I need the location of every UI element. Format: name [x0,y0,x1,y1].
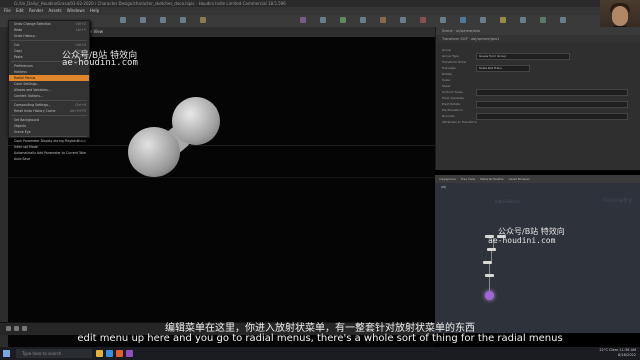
edit-menu-item[interactable]: Reset Undo History Cache Alt+H+F5 [9,108,89,114]
menu-assets[interactable]: Assets [49,8,62,13]
windows-start-icon[interactable] [3,350,10,357]
edit-menu-item-label: Interrupt Mode [14,145,38,149]
parameter-label: Attributes to Transform [442,120,477,124]
shelf-tool-icon[interactable] [440,17,446,23]
watermark-bottom-line2: ae-houdini.com [488,236,556,245]
menu-windows[interactable]: Windows [67,8,85,13]
network-tab-obj[interactable]: /obj/sphere [439,177,456,181]
menu-separator [11,100,87,101]
menu-separator [11,136,87,137]
group-type-field[interactable]: Guess from Group [476,53,570,60]
edit-menu-item-label: Preferences [14,64,33,68]
edit-menu-item-label: Set Background [14,118,40,122]
parameter-panel-header: Transform SOP · obj/sphere/geo1 [436,35,640,43]
edit-menu-item-label: Aliases and Variables... [14,88,51,92]
edit-menu-item[interactable]: Undo History... [9,33,89,39]
network-tab-tree-view[interactable]: Tree View [461,177,475,181]
shelf-tool-icon[interactable] [560,17,566,23]
edit-menu-item-label: Compositing Settings... [14,103,52,107]
edit-menu-item-label: Radial Menus [14,76,36,80]
network-tab-bar: /obj/sphere Tree View Material Palette A… [435,175,640,183]
shelf-tool-icon[interactable] [360,17,366,23]
network-context-label: Geometry [602,197,632,204]
menu-render[interactable]: Render [29,8,43,13]
edit-menu-item-label: Undo Change Selection [14,22,52,26]
scale-field[interactable] [476,113,628,120]
transform-order-field[interactable]: Scale Rot Trans [476,65,530,72]
edit-menu-item-label: Paste [14,55,23,59]
network-tab-material-palette[interactable]: Material Palette [480,177,504,181]
parameter-panel-tab[interactable]: Scene · ui/sphere/size [436,27,640,35]
app-icon[interactable] [126,350,133,357]
edit-menu-item-label: Cut [14,43,20,47]
window-title-bar: G:/Ue_Daily/_Houdini/Grasa/03-02-2020 / … [0,0,640,7]
houdini-icon[interactable] [116,350,123,357]
parameter-panel: Scene · ui/sphere/size Transform SOP · o… [435,27,640,170]
menu-file[interactable]: File [4,8,11,13]
menu-separator [11,115,87,116]
shelf-tool-icon[interactable] [180,17,186,23]
window-title: G:/Ue_Daily/_Houdini/Grasa/03-02-2020 / … [14,1,286,6]
edit-menu-item-label: Hotkeys [14,70,27,74]
network-tab-asset-browser[interactable]: Asset Browser [509,177,530,181]
menu-edit[interactable]: Edit [16,8,24,13]
shelf-tool-icon[interactable] [140,17,146,23]
shelf-tool-icon[interactable] [540,17,546,23]
shelf-tool-icon[interactable] [380,17,386,23]
windows-taskbar: Type here to search 22°C Clear 11:38 AM … [0,347,640,360]
watermark-top-line2: ae-houdini.com [62,58,138,68]
menu-help[interactable]: Help [90,8,99,13]
edit-menu-item-label: Automatically Add Parameter to Current T… [14,151,87,155]
edit-menu-item-label: Copy [14,49,23,53]
clock-time: 11:38 AM [619,348,636,352]
file-explorer-icon[interactable] [96,350,103,357]
weather-label: 22°C Clear [599,348,619,352]
shelf-tool-icon[interactable] [160,17,166,23]
geometry-sphere-upper[interactable] [172,97,220,145]
edit-menu-item-label: Auto Save [14,157,31,161]
shelf-tool-icon[interactable] [340,17,346,23]
edit-menu-item-label: Cook Parameter Display during Playback [14,139,79,143]
edit-menu-item-label: Scene Eye [14,130,31,134]
edit-menu-item[interactable]: Scene Eye [9,129,89,135]
edit-menu-item[interactable]: Auto Save [9,156,89,162]
edit-menu-item-shortcut: Alt+H+F5 [70,109,86,113]
subtitle-chinese: 编辑菜单在这里，你进入放射状菜单，有一整套针对放射状菜单的东西 [165,323,475,334]
edit-menu-item[interactable]: Content Options... [9,93,89,99]
network-node[interactable] [483,261,492,264]
shelf-tool-icon[interactable] [500,17,506,23]
edit-menu-dropdown: Undo Change Selection Ctrl+Z Redo Ctrl+Y Und… [8,20,90,161]
subtitle-english: edit menu up here and you go to radial m… [77,333,563,344]
rotate-field[interactable] [476,101,628,108]
shelf-tool-icon[interactable] [400,17,406,23]
geometry-sphere-lower[interactable] [128,127,180,177]
network-path[interactable]: obj [441,185,446,189]
shelf-tool-icon[interactable] [320,17,326,23]
edit-menu-item-label: Redo [14,28,23,32]
edit-menu-item-label: Content Options... [14,94,44,98]
shelf-tool-icon[interactable] [480,17,486,23]
translate-field[interactable] [476,89,628,96]
edit-menu-item-label: Undo History... [14,34,38,38]
main-menu-bar: File Edit Render Assets Windows Help [0,7,600,15]
shelf-tool-icon[interactable] [300,17,306,23]
menu-separator [11,40,87,41]
network-editor[interactable]: obj Indie Edition Geometry [435,183,640,333]
shelf-tool-icon[interactable] [460,17,466,23]
selected-node[interactable] [485,291,494,300]
shelf-tool-icon[interactable] [420,17,426,23]
network-menu-label: Indie Edition [495,199,520,204]
browser-icon[interactable] [106,350,113,357]
system-tray[interactable]: 22°C Clear 11:38 AM 8/16/2022 [599,348,636,358]
edit-menu-item-label: Color Settings... [14,82,40,86]
shelf-tool-icon[interactable] [520,17,526,23]
edit-menu-item-label: Objects [14,124,27,128]
edit-menu-item-label: Reset Undo History Cache [14,109,56,113]
clock-date: 8/16/2022 [618,353,636,357]
shelf-tool-icon[interactable] [200,17,206,23]
taskbar-search[interactable]: Type here to search [16,349,92,358]
shelf-tool-icon[interactable] [120,17,126,23]
